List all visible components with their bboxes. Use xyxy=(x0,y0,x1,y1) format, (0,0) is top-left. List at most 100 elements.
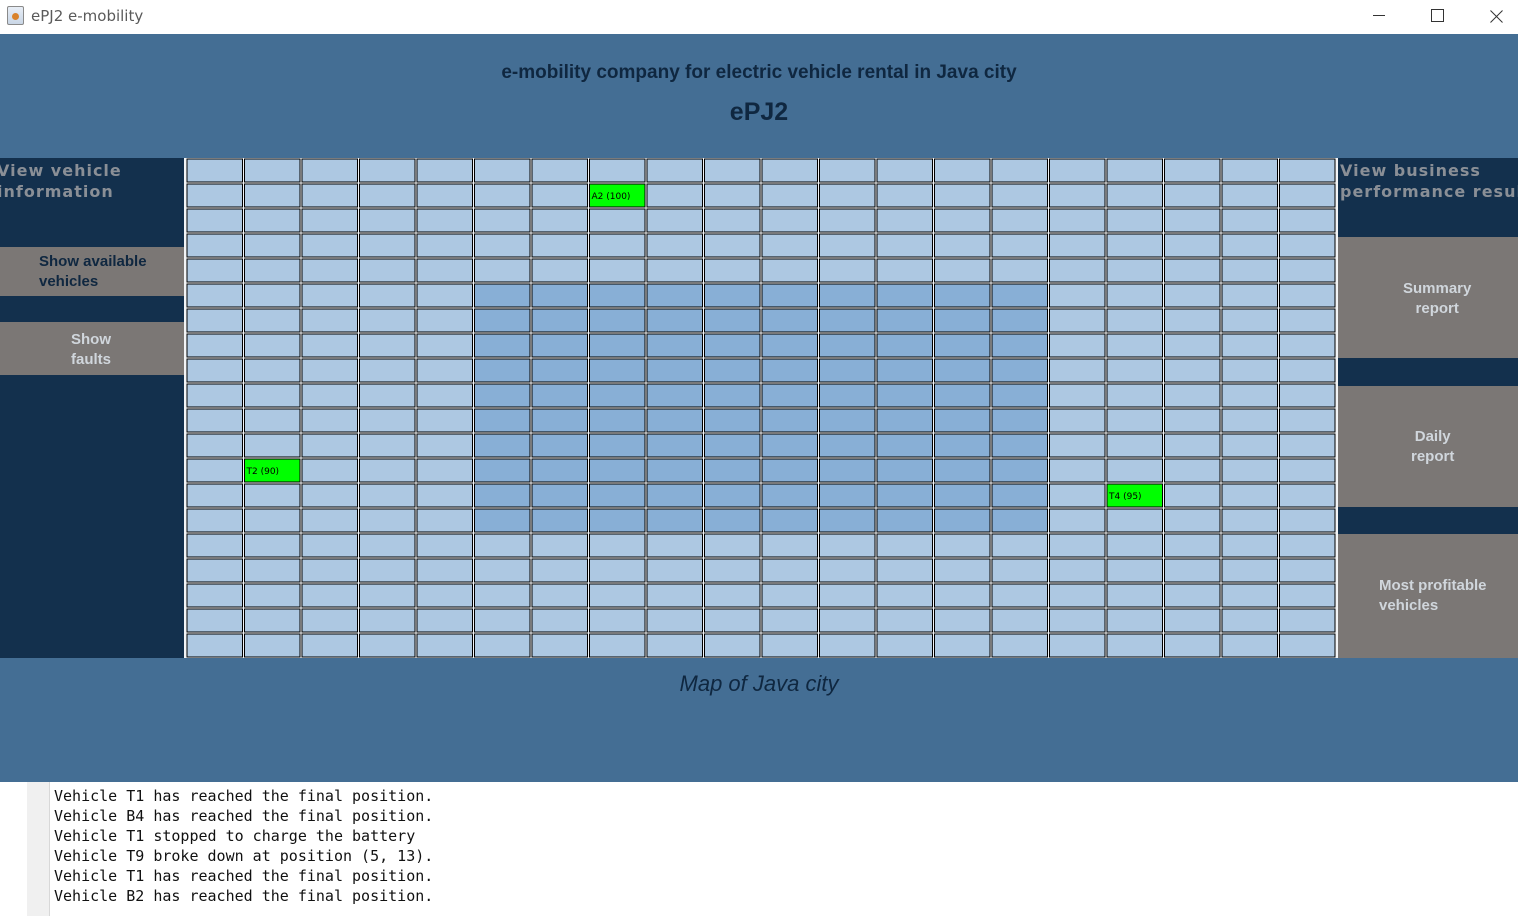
map-cell xyxy=(589,608,646,633)
map-cell xyxy=(1279,558,1336,583)
map-cell xyxy=(991,233,1048,258)
map-cell xyxy=(416,208,473,233)
map-cell xyxy=(876,583,933,608)
map-cell xyxy=(1164,533,1221,558)
map-cell xyxy=(416,583,473,608)
map-cell xyxy=(301,458,358,483)
minimize-button[interactable] xyxy=(1356,0,1402,33)
map-cell-center xyxy=(761,483,818,508)
map-cell xyxy=(301,358,358,383)
map-cell xyxy=(934,233,991,258)
map-cell xyxy=(244,433,301,458)
map-cell xyxy=(646,258,703,283)
map-cell xyxy=(1106,283,1163,308)
map-cell xyxy=(186,183,243,208)
map-cell xyxy=(359,183,416,208)
maximize-button[interactable] xyxy=(1414,0,1460,33)
map-cell xyxy=(359,633,416,658)
map-cell-center xyxy=(934,458,991,483)
map-cell xyxy=(1106,458,1163,483)
map-cell-center xyxy=(934,333,991,358)
map-cell xyxy=(1279,408,1336,433)
map-cell xyxy=(1279,508,1336,533)
map-cell-center xyxy=(819,483,876,508)
map-cell xyxy=(646,158,703,183)
map-cell xyxy=(1049,383,1106,408)
map-cell xyxy=(186,458,243,483)
summary-report-label: Summary report xyxy=(1403,280,1472,317)
close-button[interactable] xyxy=(1472,0,1518,33)
map-cell xyxy=(531,158,588,183)
map-cell xyxy=(186,483,243,508)
map-cell xyxy=(474,633,531,658)
map-cell xyxy=(186,208,243,233)
map-cell xyxy=(186,383,243,408)
log-panel: Vehicle T1 has reached the final positio… xyxy=(0,782,1518,916)
map-cell xyxy=(1049,183,1106,208)
map-cell xyxy=(761,258,818,283)
map-cell xyxy=(301,433,358,458)
map-cell-center xyxy=(876,458,933,483)
map-cell xyxy=(1049,633,1106,658)
map-cell xyxy=(1279,158,1336,183)
map-cell xyxy=(301,508,358,533)
map-cell xyxy=(876,183,933,208)
map-cell-center xyxy=(991,483,1048,508)
map-cell xyxy=(1221,258,1278,283)
map-cell xyxy=(1164,408,1221,433)
map-cell xyxy=(359,458,416,483)
map-cell-center xyxy=(531,308,588,333)
map-cell xyxy=(301,408,358,433)
map-cell xyxy=(1279,633,1336,658)
vehicle-label: A2 (100) xyxy=(592,192,631,202)
summary-report-button[interactable]: Summary report xyxy=(1338,237,1518,358)
map-cell xyxy=(301,183,358,208)
map-cell-center xyxy=(761,508,818,533)
map-cell xyxy=(761,158,818,183)
map-cell xyxy=(646,608,703,633)
map-cell xyxy=(1221,458,1278,483)
show-available-vehicles-button[interactable]: Show available vehicles xyxy=(0,247,184,296)
map-cell xyxy=(934,183,991,208)
map-cell xyxy=(934,158,991,183)
map-cell-center xyxy=(991,433,1048,458)
map-cell xyxy=(1279,533,1336,558)
map-cell xyxy=(244,408,301,433)
vehicle-label: T2 (90) xyxy=(246,467,280,477)
daily-report-button[interactable]: Daily report xyxy=(1338,386,1518,507)
map-cell xyxy=(359,433,416,458)
map-cell xyxy=(1164,608,1221,633)
map-cell xyxy=(416,183,473,208)
map-cell xyxy=(1221,333,1278,358)
map-cell xyxy=(359,533,416,558)
most-profitable-vehicles-button[interactable]: Most profitable vehicles xyxy=(1338,534,1518,658)
map-cell xyxy=(301,558,358,583)
map-cell xyxy=(1279,233,1336,258)
map-cell xyxy=(416,633,473,658)
map-cell xyxy=(589,158,646,183)
map-cell xyxy=(934,583,991,608)
map-cell-center xyxy=(991,283,1048,308)
map-cell xyxy=(186,408,243,433)
vehicle-label: T4 (95) xyxy=(1108,492,1142,502)
map-cell xyxy=(1049,508,1106,533)
map-cell xyxy=(186,558,243,583)
show-faults-button[interactable]: Show faults xyxy=(0,322,184,375)
map-cell-center xyxy=(646,308,703,333)
map-cell xyxy=(1279,183,1336,208)
map-cell-center xyxy=(934,433,991,458)
map-cell xyxy=(474,533,531,558)
map-cell-center xyxy=(589,333,646,358)
map-cell xyxy=(1106,408,1163,433)
map-cell xyxy=(589,583,646,608)
daily-report-label: Daily report xyxy=(1411,428,1455,465)
map-cell-center xyxy=(531,483,588,508)
map-cell-center xyxy=(876,283,933,308)
map-cell xyxy=(1049,608,1106,633)
log-gutter xyxy=(27,782,50,916)
map-cell xyxy=(876,208,933,233)
map-cell xyxy=(1049,558,1106,583)
log-line: Vehicle B4 has reached the final positio… xyxy=(54,807,434,825)
log-line: Vehicle T1 has reached the final positio… xyxy=(54,787,434,805)
map-cell-center xyxy=(876,333,933,358)
